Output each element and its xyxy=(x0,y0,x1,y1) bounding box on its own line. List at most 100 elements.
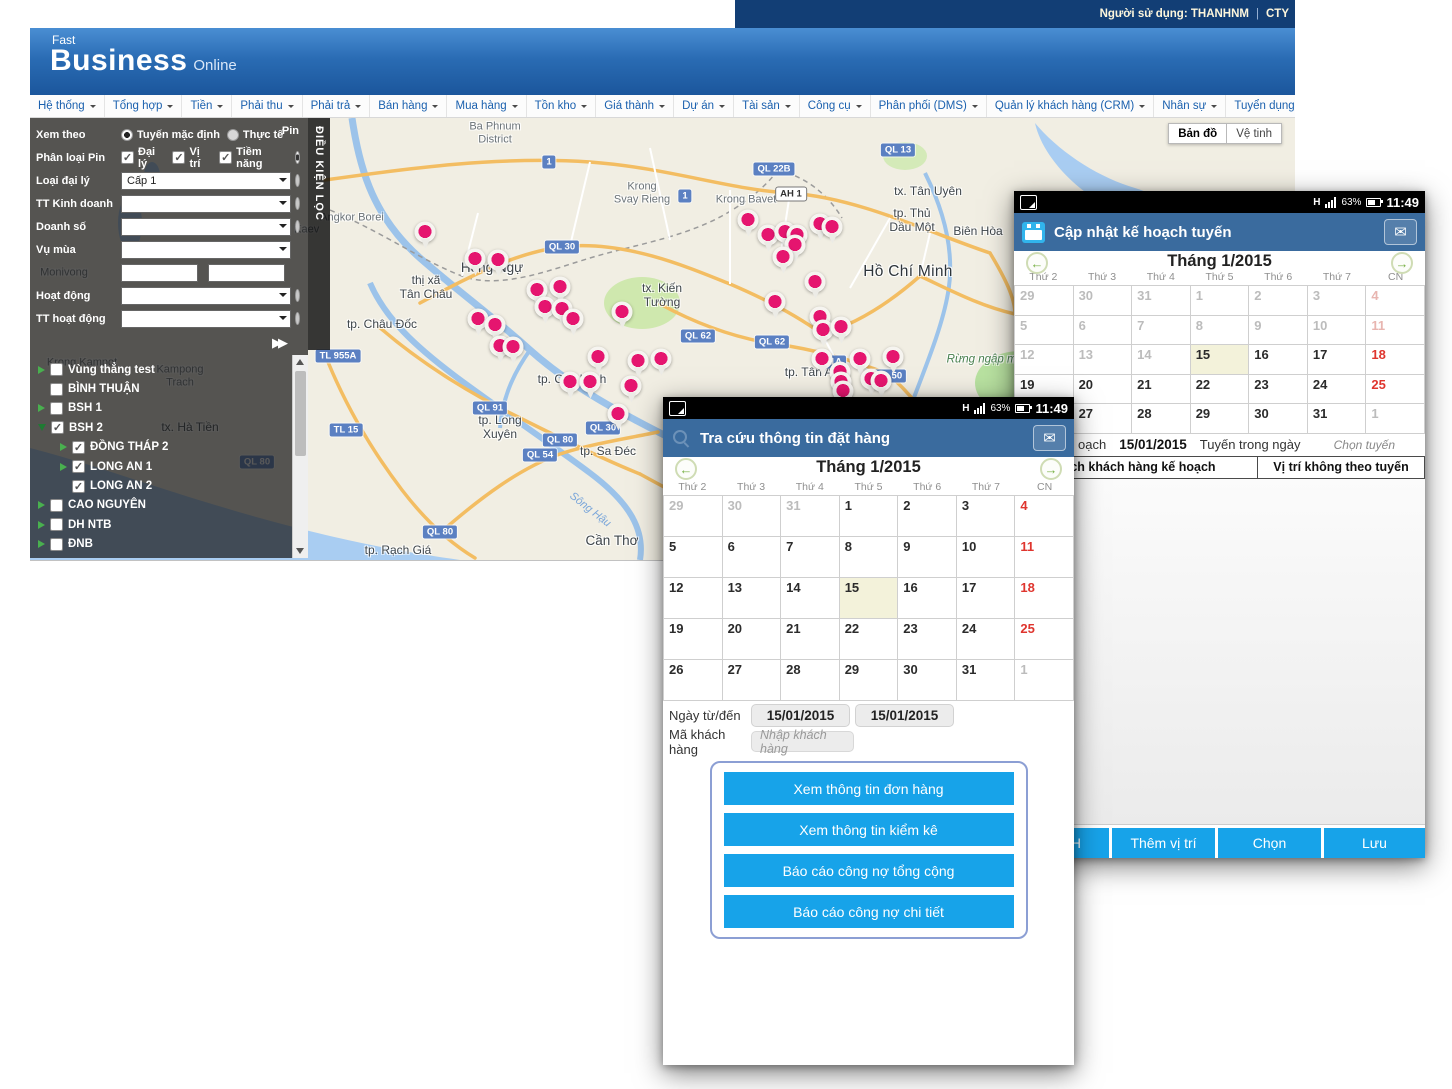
map-pin-icon[interactable] xyxy=(550,276,571,297)
calendar-day[interactable]: 3 xyxy=(957,496,1016,537)
tree-expand-icon[interactable] xyxy=(38,540,45,548)
map-pin-icon[interactable] xyxy=(612,301,633,322)
calendar-day[interactable]: 31 xyxy=(1308,404,1367,434)
calendar-day[interactable]: 25 xyxy=(1366,375,1425,405)
tree-checkbox[interactable]: ✓ xyxy=(72,460,85,473)
menu-item-Tài sản[interactable]: Tài sản xyxy=(734,95,800,117)
tree-expand-icon[interactable] xyxy=(38,424,46,431)
tree-expand-icon[interactable] xyxy=(38,501,45,509)
tree-item-LONG AN 1[interactable]: ✓LONG AN 1 xyxy=(30,457,292,476)
map-pin-icon[interactable] xyxy=(580,371,601,392)
calendar-day[interactable]: 2 xyxy=(1249,286,1308,316)
tree-item-CAO NGUYÊN[interactable]: CAO NGUYÊN xyxy=(30,496,292,515)
tree-item-ĐNB[interactable]: ĐNB xyxy=(30,535,292,554)
calendar-day[interactable]: 1 xyxy=(1191,286,1250,316)
map-button[interactable]: Bản đồ xyxy=(1168,123,1227,144)
tree-item-BSH 1[interactable]: BSH 1 xyxy=(30,399,292,418)
menu-item-Phải trả[interactable]: Phải trả xyxy=(303,95,371,117)
radio-Thực tế[interactable] xyxy=(227,129,239,141)
checkbox-Tiềm năng[interactable]: ✓ xyxy=(219,151,232,164)
map-pin-icon[interactable] xyxy=(871,370,892,391)
calendar-day[interactable]: 3 xyxy=(1308,286,1367,316)
calendar-day[interactable]: 11 xyxy=(1015,537,1074,578)
tree-item-BÌNH THUẬN[interactable]: BÌNH THUẬN xyxy=(30,379,292,398)
action-button[interactable]: Xem thông tin đơn hàng xyxy=(724,772,1014,805)
calendar-day[interactable]: 29 xyxy=(1191,404,1250,434)
map-pin-icon[interactable] xyxy=(563,308,584,329)
scroll-thumb[interactable] xyxy=(295,371,306,456)
menu-item-Tuyển dụng[interactable]: Tuyển dụng xyxy=(1226,95,1295,117)
map-pin-icon[interactable] xyxy=(628,350,649,371)
menu-item-Phải thu[interactable]: Phải thu xyxy=(232,95,302,117)
company-label[interactable]: CTY xyxy=(1266,8,1289,20)
map-pin-icon[interactable] xyxy=(822,216,843,237)
map-pin-icon[interactable] xyxy=(588,346,609,367)
calendar-day[interactable]: 22 xyxy=(1191,375,1250,405)
tree-expand-icon[interactable] xyxy=(38,521,45,529)
pin-radio[interactable] xyxy=(295,220,300,233)
mail-icon[interactable]: ✉ xyxy=(1033,425,1066,451)
map-pin-icon[interactable] xyxy=(773,246,794,267)
calendar-day[interactable]: 19 xyxy=(664,619,723,660)
tree-checkbox[interactable]: ✓ xyxy=(72,441,85,454)
tree-item-LONG AN 2[interactable]: ✓LONG AN 2 xyxy=(30,476,292,495)
action-button-Thêm vị trí[interactable]: Thêm vị trí xyxy=(1112,828,1215,858)
calendar-day[interactable]: 22 xyxy=(840,619,899,660)
satellite-button[interactable]: Vệ tinh xyxy=(1227,123,1282,144)
select-Vụ mùa[interactable] xyxy=(121,241,291,259)
apply-filter-button[interactable]: ▶▶ xyxy=(272,335,284,351)
menu-item-Quản lý khách hàng (CRM)[interactable]: Quản lý khách hàng (CRM) xyxy=(987,95,1154,117)
pin-radio[interactable] xyxy=(295,312,300,325)
calendar-day[interactable]: 8 xyxy=(840,537,899,578)
map-pin-icon[interactable] xyxy=(812,348,833,369)
calendar-day[interactable]: 17 xyxy=(957,578,1016,619)
calendar-day[interactable]: 18 xyxy=(1015,578,1074,619)
tree-item-ĐỒNG THÁP 2[interactable]: ✓ĐỒNG THÁP 2 xyxy=(30,438,292,457)
date-from-field[interactable]: 15/01/2015 xyxy=(751,704,850,727)
next-month-button[interactable]: → xyxy=(1040,458,1062,480)
action-button[interactable]: Báo cáo công nợ tổng cộng xyxy=(724,854,1014,887)
pin-radio[interactable] xyxy=(295,151,300,164)
map-pin-icon[interactable] xyxy=(465,248,486,269)
calendar-day[interactable]: 6 xyxy=(723,537,782,578)
calendar-day[interactable]: 23 xyxy=(898,619,957,660)
calendar-day[interactable]: 27 xyxy=(723,660,782,701)
tree-scrollbar[interactable] xyxy=(292,355,308,558)
calendar-day[interactable]: 15 xyxy=(840,578,899,619)
tree-expand-icon[interactable] xyxy=(60,463,67,471)
calendar-day[interactable]: 31 xyxy=(957,660,1016,701)
calendar-day[interactable]: 16 xyxy=(1249,345,1308,375)
tree-item-DH NTB[interactable]: DH NTB xyxy=(30,515,292,534)
tree-checkbox[interactable] xyxy=(50,363,63,376)
tree-checkbox[interactable] xyxy=(50,499,63,512)
calendar-day[interactable]: 1 xyxy=(1015,660,1074,701)
calendar-day[interactable]: 25 xyxy=(1015,619,1074,660)
map-pin-icon[interactable] xyxy=(485,314,506,335)
calendar-day[interactable]: 29 xyxy=(1015,286,1074,316)
prev-month-button[interactable]: ← xyxy=(1026,252,1048,274)
choose-route-link[interactable]: Chọn tuyến xyxy=(1334,438,1395,452)
menu-item-Nhân sự[interactable]: Nhân sự xyxy=(1154,95,1226,117)
tree-checkbox[interactable]: ✓ xyxy=(51,421,64,434)
select-TT Kinh doanh[interactable] xyxy=(121,195,291,213)
next-month-button[interactable]: → xyxy=(1391,252,1413,274)
calendar-day[interactable]: 16 xyxy=(898,578,957,619)
calendar-day[interactable]: 31 xyxy=(1132,286,1191,316)
calendar-day[interactable]: 30 xyxy=(898,660,957,701)
calendar-day[interactable]: 13 xyxy=(1074,345,1133,375)
calendar-day[interactable]: 31 xyxy=(781,496,840,537)
date-to-field[interactable]: 15/01/2015 xyxy=(855,704,954,727)
calendar-day[interactable]: 10 xyxy=(957,537,1016,578)
menu-item-Tồn kho[interactable]: Tồn kho xyxy=(527,95,597,117)
select-Hoạt động[interactable] xyxy=(121,287,291,305)
menu-item-Hệ thống[interactable]: Hệ thống xyxy=(30,95,105,117)
map-pin-icon[interactable] xyxy=(883,346,904,367)
scroll-up-icon[interactable] xyxy=(296,359,304,365)
calendar-day[interactable]: 21 xyxy=(781,619,840,660)
action-button[interactable]: Xem thông tin kiểm kê xyxy=(724,813,1014,846)
tree-checkbox[interactable]: ✓ xyxy=(72,480,85,493)
calendar-day[interactable]: 14 xyxy=(781,578,840,619)
menu-item-Tiền[interactable]: Tiền xyxy=(182,95,232,117)
map-pin-icon[interactable] xyxy=(850,348,871,369)
pin-radio[interactable] xyxy=(295,289,300,302)
